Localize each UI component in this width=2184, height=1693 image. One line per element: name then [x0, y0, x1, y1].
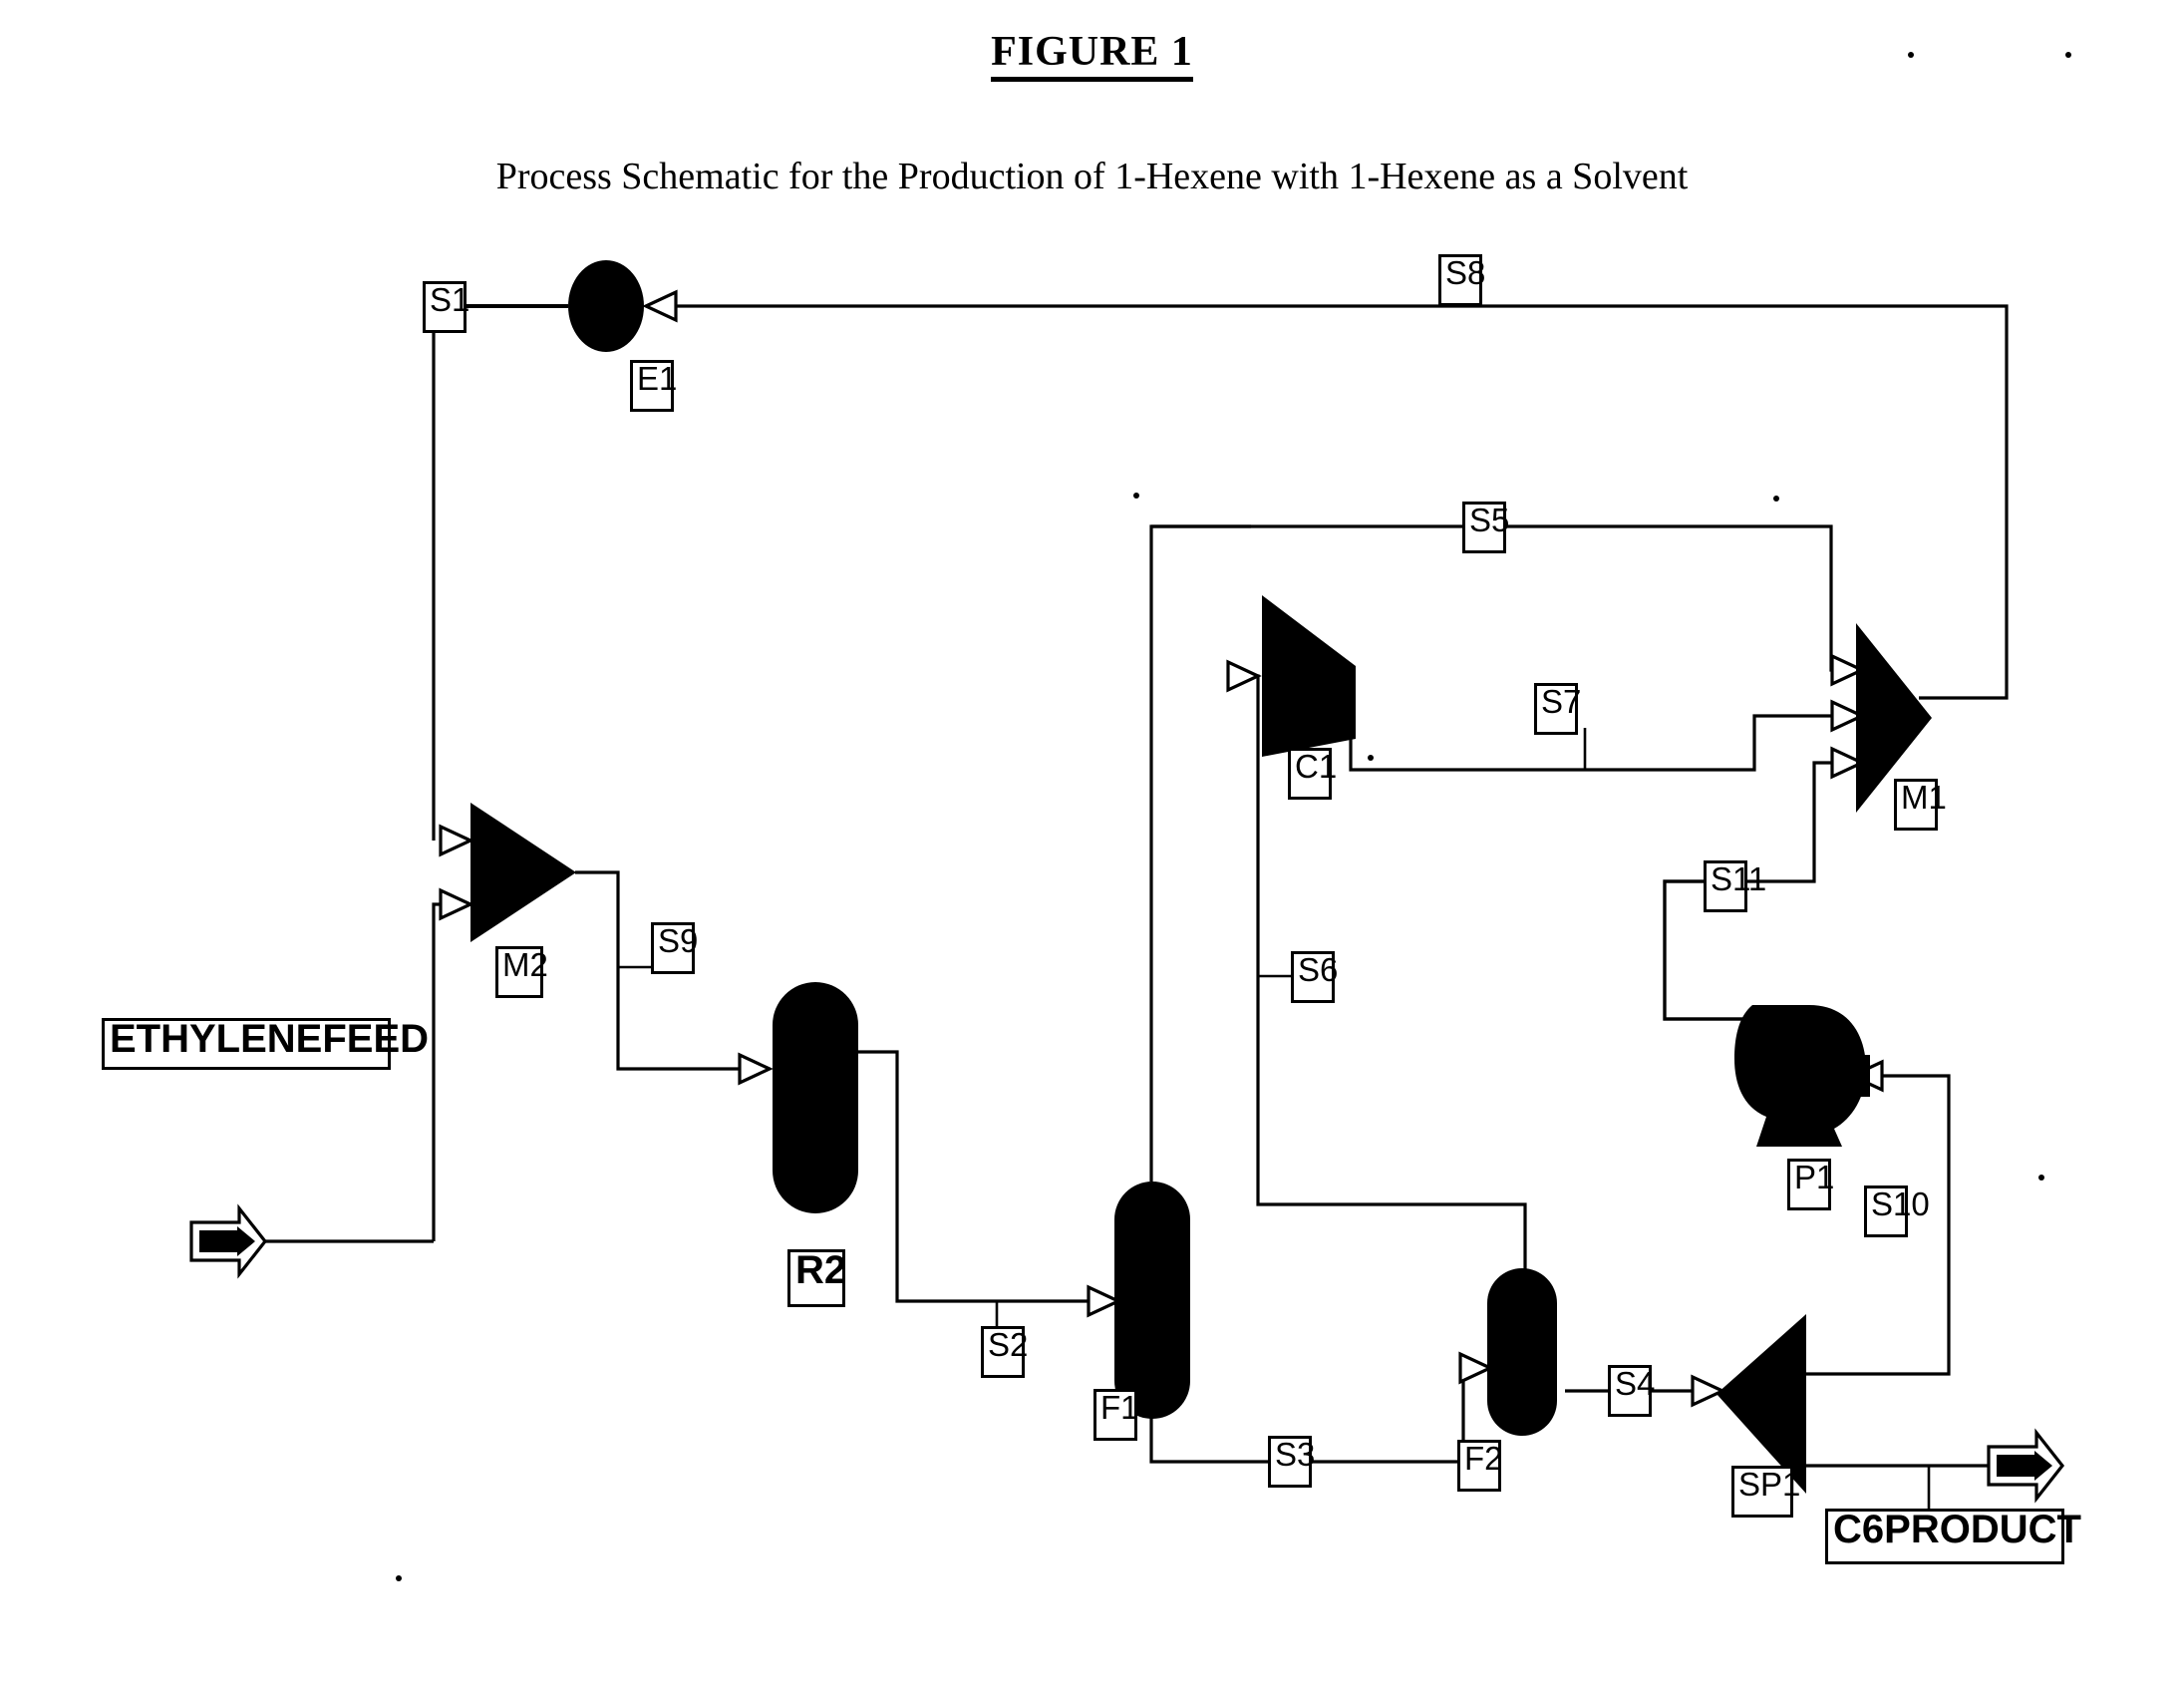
- unit-f1-flash[interactable]: [1114, 1182, 1190, 1419]
- scan-speck: [2038, 1175, 2044, 1181]
- arrowhead-r2-inlet: [738, 1052, 774, 1086]
- pipe-s7: [1349, 714, 1836, 772]
- feed-label-ethylenefeed[interactable]: ETHYLENEFEED: [102, 1018, 429, 1070]
- scan-speck: [1368, 755, 1374, 761]
- arrowhead-f1-inlet: [1087, 1284, 1122, 1318]
- figure-sheet: FIGURE 1 Process Schematic for the Produ…: [0, 0, 2184, 1693]
- arrowhead-c1-inlet: [1226, 659, 1262, 693]
- stream-label-s4[interactable]: S4: [1608, 1365, 1655, 1417]
- stream-label-s11[interactable]: S11: [1704, 860, 1766, 912]
- stream-label-s10[interactable]: S10: [1864, 1185, 1930, 1237]
- scan-speck: [1133, 493, 1139, 499]
- unit-label-sp1[interactable]: SP1: [1731, 1466, 1800, 1518]
- stream-label-s9[interactable]: S9: [651, 922, 698, 974]
- pipe-s8: [658, 304, 2009, 700]
- pipe-f2-to-c1: [1236, 674, 1527, 1271]
- stream-label-s5[interactable]: S5: [1462, 502, 1509, 553]
- unit-label-f2[interactable]: F2: [1457, 1440, 1503, 1492]
- unit-label-m2[interactable]: M2: [495, 946, 548, 998]
- arrowhead-into-e1: [642, 289, 678, 323]
- scan-speck: [396, 1575, 402, 1581]
- stream-label-s7[interactable]: S7: [1534, 683, 1581, 735]
- unit-label-r2[interactable]: R2: [787, 1249, 846, 1307]
- stream-label-s3[interactable]: S3: [1268, 1436, 1315, 1488]
- pipe-s6-riser: [1149, 524, 1251, 1182]
- unit-label-m1[interactable]: M1: [1894, 779, 1947, 831]
- arrowhead-m2-bottom: [439, 887, 474, 921]
- scan-speck: [2065, 52, 2071, 58]
- unit-label-f1[interactable]: F1: [1093, 1389, 1139, 1441]
- unit-r2-reactor[interactable]: [773, 982, 858, 1213]
- pipe-s3: [1149, 1366, 1483, 1464]
- product-arrow-c6[interactable]: [1987, 1428, 2065, 1504]
- stream-label-s6[interactable]: S6: [1291, 951, 1338, 1003]
- stream-label-s1[interactable]: S1: [423, 281, 469, 333]
- arrowhead-f2-inlet: [1458, 1351, 1494, 1385]
- unit-m2-mixer[interactable]: [470, 803, 576, 942]
- unit-c1-compressor[interactable]: [1262, 595, 1356, 757]
- process-flow-diagram: [189, 52, 2071, 1581]
- unit-e1-heat-exchanger[interactable]: [568, 260, 644, 352]
- stream-label-s2[interactable]: S2: [981, 1326, 1028, 1378]
- unit-label-e1[interactable]: E1: [630, 360, 677, 412]
- feed-arrow-ethylene[interactable]: [189, 1203, 268, 1279]
- unit-label-c1[interactable]: C1: [1288, 748, 1337, 800]
- unit-label-p1[interactable]: P1: [1787, 1159, 1834, 1210]
- pipe-feed-up-to-m2: [432, 902, 459, 1241]
- unit-p1-pump[interactable]: [1734, 1005, 1870, 1147]
- scan-speck: [1773, 496, 1779, 502]
- arrowhead-m2-top: [439, 824, 474, 857]
- stream-label-s8[interactable]: S8: [1438, 254, 1485, 306]
- scan-speck: [1908, 52, 1914, 58]
- product-label-c6product[interactable]: C6PRODUCT: [1825, 1509, 2081, 1564]
- arrowhead-sp1-inlet: [1691, 1374, 1726, 1408]
- pipe-s1: [432, 304, 568, 841]
- pipe-s2: [856, 1050, 1093, 1303]
- unit-f2-flash[interactable]: [1487, 1268, 1557, 1436]
